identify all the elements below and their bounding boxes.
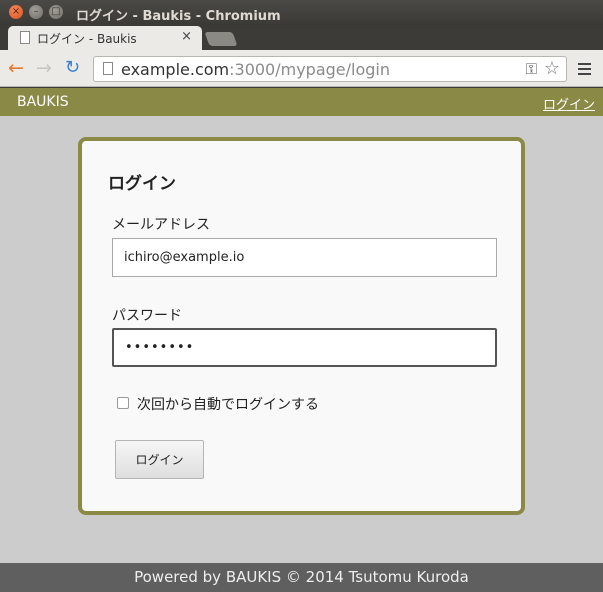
browser-toolbar: ← → ↻ example.com:3000/mypage/login ⚿ ☆ <box>0 50 603 87</box>
site-title: BAUKIS <box>17 94 69 110</box>
email-field[interactable] <box>112 238 497 277</box>
reload-icon[interactable]: ↻ <box>65 58 80 78</box>
site-footer: Powered by BAUKIS © 2014 Tsutomu Kuroda <box>0 563 603 592</box>
password-field[interactable] <box>112 328 497 367</box>
window-close-button[interactable]: × <box>9 5 23 19</box>
site-header: BAUKIS ログイン <box>0 88 603 116</box>
bookmark-star-icon[interactable]: ☆ <box>544 58 560 79</box>
key-icon[interactable]: ⚿ <box>526 60 537 78</box>
page-viewport: BAUKIS ログイン ログイン メールアドレス パスワード 次回から自動でログ… <box>0 88 603 592</box>
login-form-card: ログイン メールアドレス パスワード 次回から自動でログインする ログイン <box>78 137 525 515</box>
forward-arrow-icon[interactable]: → <box>36 58 52 78</box>
page-icon <box>103 62 113 75</box>
header-login-link[interactable]: ログイン <box>543 94 595 113</box>
new-tab-button[interactable] <box>204 32 238 46</box>
back-arrow-icon[interactable]: ← <box>8 58 24 78</box>
hamburger-menu-icon[interactable] <box>578 63 591 78</box>
browser-tab[interactable]: ログイン - Baukis × <box>8 26 202 50</box>
tab-strip: ログイン - Baukis × <box>0 26 603 50</box>
url-host: example.com <box>121 60 230 79</box>
tab-close-icon[interactable]: × <box>181 29 192 44</box>
address-url[interactable]: example.com:3000/mypage/login <box>121 60 390 79</box>
page-icon <box>20 31 30 44</box>
window-title-bar: × – □ ログイン - Baukis - Chromium <box>0 0 603 26</box>
form-heading: ログイン <box>108 174 176 194</box>
window-minimize-button[interactable]: – <box>29 5 43 19</box>
remember-me-checkbox[interactable] <box>117 397 129 409</box>
login-submit-button[interactable]: ログイン <box>115 440 204 479</box>
remember-me-label[interactable]: 次回から自動でログインする <box>137 394 319 414</box>
window-maximize-button[interactable]: □ <box>49 5 63 19</box>
tab-title: ログイン - Baukis <box>37 32 137 46</box>
password-label: パスワード <box>112 308 182 324</box>
email-label: メールアドレス <box>112 217 210 233</box>
url-path: :3000/mypage/login <box>229 60 391 79</box>
window-title: ログイン - Baukis - Chromium <box>76 9 281 24</box>
address-bar[interactable]: example.com:3000/mypage/login ⚿ ☆ <box>93 56 567 82</box>
